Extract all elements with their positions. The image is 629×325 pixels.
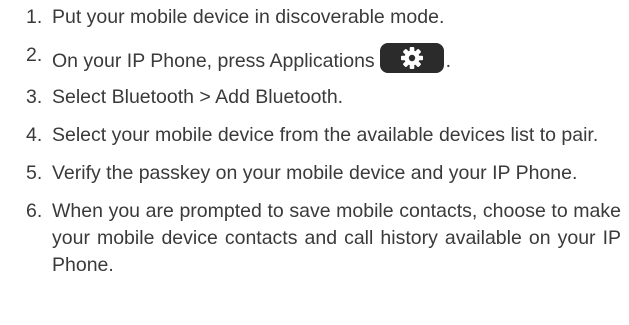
step-3: 3. Select Bluetooth > Add Bluetooth. bbox=[0, 84, 629, 111]
step-number: 5. bbox=[26, 162, 43, 184]
step-number: 3. bbox=[26, 86, 43, 108]
step-text: On your IP Phone, press Applications bbox=[52, 50, 375, 72]
step-text: When you are prompted to save mobile con… bbox=[52, 200, 621, 276]
steps-list: 1. Put your mobile device in discoverabl… bbox=[0, 4, 629, 290]
step-trail: . bbox=[445, 50, 452, 72]
step-number: 6. bbox=[26, 200, 43, 222]
step-text: Select your mobile device from the avail… bbox=[52, 124, 599, 146]
step-6: 6. When you are prompted to save mobile … bbox=[0, 198, 629, 279]
step-number: 1. bbox=[26, 6, 43, 28]
gear-icon bbox=[379, 42, 445, 74]
step-5: 5. Verify the passkey on your mobile dev… bbox=[0, 160, 629, 187]
step-number: 4. bbox=[26, 124, 43, 146]
step-4: 4. Select your mobile device from the av… bbox=[0, 122, 629, 149]
step-number: 2. bbox=[26, 44, 43, 66]
step-text: Put your mobile device in discoverable m… bbox=[52, 6, 445, 28]
step-text: Verify the passkey on your mobile device… bbox=[52, 162, 578, 184]
step-1: 1. Put your mobile device in discoverabl… bbox=[0, 4, 629, 31]
step-text: Select Bluetooth > Add Bluetooth. bbox=[52, 86, 344, 108]
step-2: 2. On your IP Phone, press Applications … bbox=[0, 42, 629, 75]
